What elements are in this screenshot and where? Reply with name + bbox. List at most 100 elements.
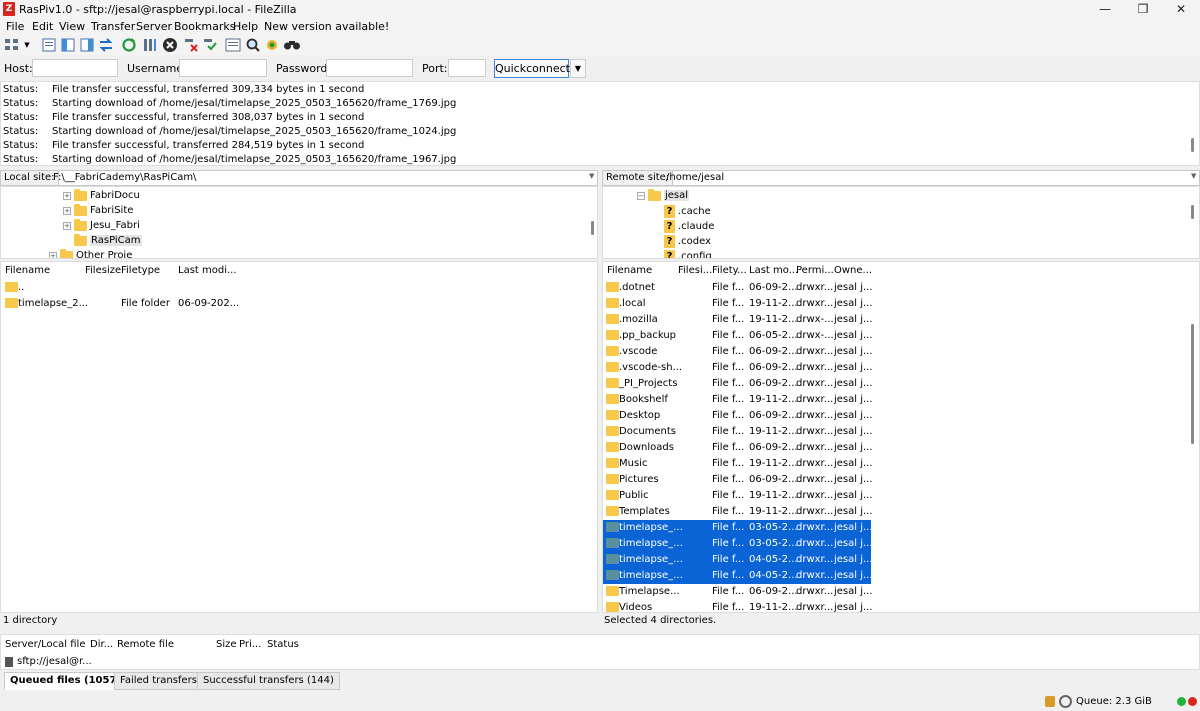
- menu-new-version[interactable]: New version available!: [264, 20, 389, 33]
- port-input[interactable]: [448, 59, 486, 77]
- column-header-permissions[interactable]: Permi...: [796, 265, 834, 276]
- table-row[interactable]: Bookshelf File f... 19-11-2... drwxr... jesa…: [603, 392, 1199, 408]
- sync-browsing-icon[interactable]: [263, 36, 281, 54]
- toggle-local-tree-icon[interactable]: [59, 36, 77, 54]
- status-bar: Queue: 2.3 GiB: [0, 693, 1200, 711]
- toggle-log-icon[interactable]: [40, 36, 58, 54]
- table-row[interactable]: .pp_backup File f... 06-05-2... drwx-... jes…: [603, 328, 1199, 344]
- table-row[interactable]: Music File f... 19-11-2... drwxr... jesal j.…: [603, 456, 1199, 472]
- refresh-icon[interactable]: [120, 36, 138, 54]
- table-row[interactable]: Timelapse... File f... 06-09-2... drwxr... j…: [603, 584, 1199, 600]
- speed-limit-icon[interactable]: [1059, 695, 1072, 708]
- table-row[interactable]: timelapse_... File f... 03-05-2... drwxr...…: [603, 520, 873, 536]
- table-row[interactable]: timelapse_... File f... 04-05-2... drwxr...…: [603, 568, 873, 584]
- remote-list-scrollbar[interactable]: [1191, 324, 1194, 444]
- tree-node[interactable]: ? .cache: [664, 205, 711, 218]
- search-remote-icon[interactable]: [244, 36, 262, 54]
- table-row[interactable]: timelapse_... File f... 04-05-2... drwxr...…: [603, 552, 873, 568]
- queue-header-size[interactable]: Size: [216, 639, 237, 650]
- expand-icon[interactable]: +: [63, 221, 71, 230]
- table-row[interactable]: _PI_Projects File f... 06-09-2... drwxr... j…: [603, 376, 1199, 392]
- maximize-button[interactable]: ❐: [1124, 0, 1162, 19]
- cancel-operation-icon[interactable]: [161, 36, 179, 54]
- remote-tree-scrollbar[interactable]: [1191, 205, 1194, 219]
- table-row[interactable]: .dotnet File f... 06-09-2... drwxr... jesal …: [603, 280, 1199, 296]
- tab-successful-transfers[interactable]: Successful transfers (144): [197, 672, 340, 690]
- column-header-last-modified[interactable]: Last mo...: [749, 265, 798, 276]
- find-files-icon[interactable]: [283, 36, 301, 54]
- message-log[interactable]: Status: File transfer successful, transfe…: [0, 81, 1200, 166]
- queue-header-direction[interactable]: Dir...: [90, 639, 113, 650]
- table-row[interactable]: ..: [1, 280, 597, 296]
- tab-failed-transfers[interactable]: Failed transfers: [114, 672, 203, 690]
- table-row[interactable]: Desktop File f... 06-09-2... drwxr... jesal …: [603, 408, 1199, 424]
- tree-node[interactable]: + Jesu_Fabri: [63, 218, 140, 231]
- column-header-filesize[interactable]: Filesize: [85, 265, 121, 276]
- username-input[interactable]: [179, 59, 267, 77]
- minimize-button[interactable]: —: [1086, 0, 1124, 19]
- menu-file[interactable]: File: [6, 20, 24, 33]
- column-header-filetype[interactable]: Filetype: [121, 265, 160, 276]
- collapse-icon[interactable]: −: [637, 191, 645, 200]
- process-queue-icon[interactable]: [141, 36, 159, 54]
- table-row[interactable]: Videos File f... 19-11-2... drwxr... jesal j…: [603, 600, 1199, 612]
- expand-icon[interactable]: +: [63, 206, 71, 215]
- menu-view[interactable]: View: [59, 20, 85, 33]
- table-row[interactable]: Pictures File f... 06-09-2... drwxr... jesal…: [603, 472, 1199, 488]
- table-row[interactable]: .vscode File f... 06-09-2... drwxr... jesal …: [603, 344, 1199, 360]
- password-input[interactable]: [326, 59, 413, 77]
- expand-icon[interactable]: +: [49, 251, 57, 258]
- table-row[interactable]: timelapse_... File f... 03-05-2... drwxr...…: [603, 536, 873, 552]
- menu-edit[interactable]: Edit: [32, 20, 53, 33]
- tree-node[interactable]: ? .config: [664, 250, 712, 258]
- menu-bookmarks[interactable]: Bookmarks: [174, 20, 235, 33]
- table-row[interactable]: .local File f... 19-11-2... drwxr... jesal j…: [603, 296, 1199, 312]
- table-row[interactable]: Templates File f... 19-11-2... drwxr... jesa…: [603, 504, 1199, 520]
- local-path-dropdown-icon[interactable]: ▼: [589, 172, 594, 180]
- site-manager-dropdown-icon[interactable]: ▼: [22, 36, 32, 54]
- remote-path-dropdown-icon[interactable]: ▼: [1191, 172, 1196, 180]
- column-header-filename[interactable]: Filename: [607, 265, 652, 276]
- column-header-filename[interactable]: Filename: [5, 265, 50, 276]
- disconnect-icon[interactable]: [182, 36, 200, 54]
- site-manager-icon[interactable]: [3, 36, 21, 54]
- local-path-input[interactable]: F:\__FabriCademy\RasPiCam\: [53, 172, 196, 183]
- queue-row[interactable]: sftp://jesal@r...: [5, 654, 205, 670]
- queue-header-server-local-file[interactable]: Server/Local file: [5, 639, 86, 650]
- tree-node[interactable]: ? .claude: [664, 220, 714, 233]
- table-row[interactable]: .mozilla File f... 19-11-2... drwx-... jesal…: [603, 312, 1199, 328]
- tree-node[interactable]: + FabriDocu: [63, 188, 140, 201]
- close-button[interactable]: ✕: [1162, 0, 1200, 19]
- table-row[interactable]: Public File f... 19-11-2... drwxr... jesal j…: [603, 488, 1199, 504]
- queue-header-priority[interactable]: Pri...: [239, 639, 261, 650]
- column-header-filesize[interactable]: Filesi...: [678, 265, 712, 276]
- tree-node[interactable]: + FabriSite: [63, 203, 133, 216]
- toggle-queue-icon[interactable]: [97, 36, 115, 54]
- table-row[interactable]: .vscode-sh... File f... 06-09-2... drwxr...…: [603, 360, 1199, 376]
- reconnect-icon[interactable]: [201, 36, 219, 54]
- log-scrollbar[interactable]: [1191, 138, 1194, 152]
- quickconnect-dropdown-icon[interactable]: ▼: [570, 59, 586, 78]
- host-input[interactable]: [32, 59, 118, 77]
- tree-node-selected[interactable]: RasPiCam: [74, 233, 142, 246]
- queue-header-status[interactable]: Status: [267, 639, 299, 650]
- menu-help[interactable]: Help: [233, 20, 258, 33]
- column-header-owner[interactable]: Owne...: [834, 265, 872, 276]
- menu-transfer[interactable]: Transfer: [91, 20, 135, 33]
- directory-listing-filters-icon[interactable]: [224, 36, 242, 54]
- column-header-last-modified[interactable]: Last modi...: [178, 265, 237, 276]
- table-row[interactable]: Documents File f... 19-11-2... drwxr... jesa…: [603, 424, 1199, 440]
- queue-header-remote-file[interactable]: Remote file: [117, 639, 174, 650]
- tree-node[interactable]: + Other Proje: [49, 248, 132, 258]
- menu-server[interactable]: Server: [136, 20, 172, 33]
- quickconnect-button[interactable]: Quickconnect: [494, 59, 570, 78]
- table-row[interactable]: timelapse_2... File folder 06-09-202...: [1, 296, 597, 312]
- local-tree-scrollbar[interactable]: [591, 221, 594, 235]
- remote-path-input[interactable]: /home/jesal: [666, 172, 724, 183]
- tree-node[interactable]: − jesal: [637, 188, 690, 201]
- tree-node[interactable]: ? .codex: [664, 235, 711, 248]
- table-row[interactable]: Downloads File f... 06-09-2... drwxr... jesa…: [603, 440, 1199, 456]
- toggle-remote-tree-icon[interactable]: [78, 36, 96, 54]
- expand-icon[interactable]: +: [63, 191, 71, 200]
- column-header-filetype[interactable]: Filety...: [712, 265, 747, 276]
